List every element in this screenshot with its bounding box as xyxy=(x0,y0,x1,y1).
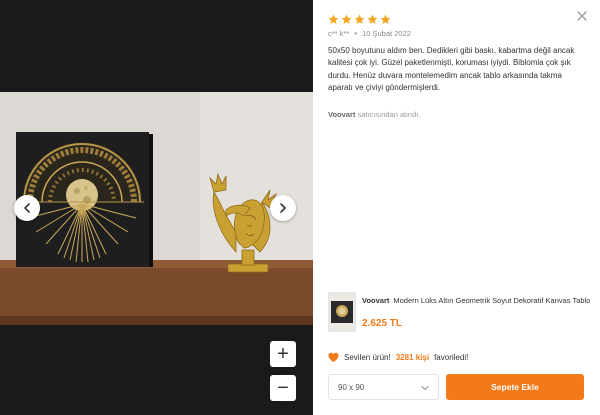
plus-icon: + xyxy=(277,343,289,365)
meta-separator: • xyxy=(354,29,358,38)
chevron-right-icon xyxy=(280,203,286,213)
review-detail-panel: c** k** • 10 Şubat 2022 50x50 boyutunu a… xyxy=(313,0,600,415)
star-icon xyxy=(367,14,378,24)
seller-info: Voovart satıcısından alındı. xyxy=(328,110,420,119)
seller-suffix: satıcısından alındı. xyxy=(355,110,421,119)
chevron-down-icon xyxy=(421,385,429,391)
review-author: c** k** xyxy=(328,29,350,38)
product-price: 2.625 TL xyxy=(362,318,403,329)
zoom-out-button[interactable]: − xyxy=(270,375,296,401)
product-card[interactable]: Voovart Modern Lüks Altın Geometrik Soyut… xyxy=(328,292,593,337)
star-icon xyxy=(341,14,352,24)
product-title[interactable]: Voovart Modern Lüks Altın Geometrik Soyut… xyxy=(362,296,594,305)
add-to-cart-label: Sepete Ekle xyxy=(491,382,539,392)
chevron-left-icon xyxy=(24,203,30,213)
next-image-button[interactable] xyxy=(270,195,296,221)
review-date: 10 Şubat 2022 xyxy=(362,29,411,38)
review-photo xyxy=(0,92,313,325)
size-select-value: 90 x 90 xyxy=(338,382,365,392)
product-brand: Voovart xyxy=(362,296,390,305)
star-icon xyxy=(380,14,391,24)
product-name: Modern Lüks Altın Geometrik Soyut Dekora… xyxy=(393,296,591,305)
image-viewer: + − xyxy=(0,0,313,415)
heart-icon xyxy=(328,352,339,363)
minus-icon: − xyxy=(277,377,289,399)
favorite-info: Sevilen ürün! 3281 kişi favoriledi! xyxy=(328,352,468,363)
close-icon[interactable] xyxy=(576,10,588,22)
seller-name: Voovart xyxy=(328,110,356,119)
add-to-cart-button[interactable]: Sepete Ekle xyxy=(446,374,584,400)
review-text: 50x50 boyutunu aldım ben. Dedikleri gibi… xyxy=(328,46,575,92)
favorite-count: 3281 kişi xyxy=(395,353,430,362)
favorite-suffix: favoriledi! xyxy=(434,353,469,362)
size-select[interactable]: 90 x 90 xyxy=(328,374,439,400)
star-icon xyxy=(328,14,339,24)
review-meta: c** k** • 10 Şubat 2022 xyxy=(328,29,411,38)
favorite-prefix: Sevilen ürün! xyxy=(344,353,391,362)
product-thumbnail[interactable] xyxy=(328,292,356,332)
star-icon xyxy=(354,14,365,24)
previous-image-button[interactable] xyxy=(14,195,40,221)
zoom-in-button[interactable]: + xyxy=(270,341,296,367)
star-rating xyxy=(328,14,391,25)
